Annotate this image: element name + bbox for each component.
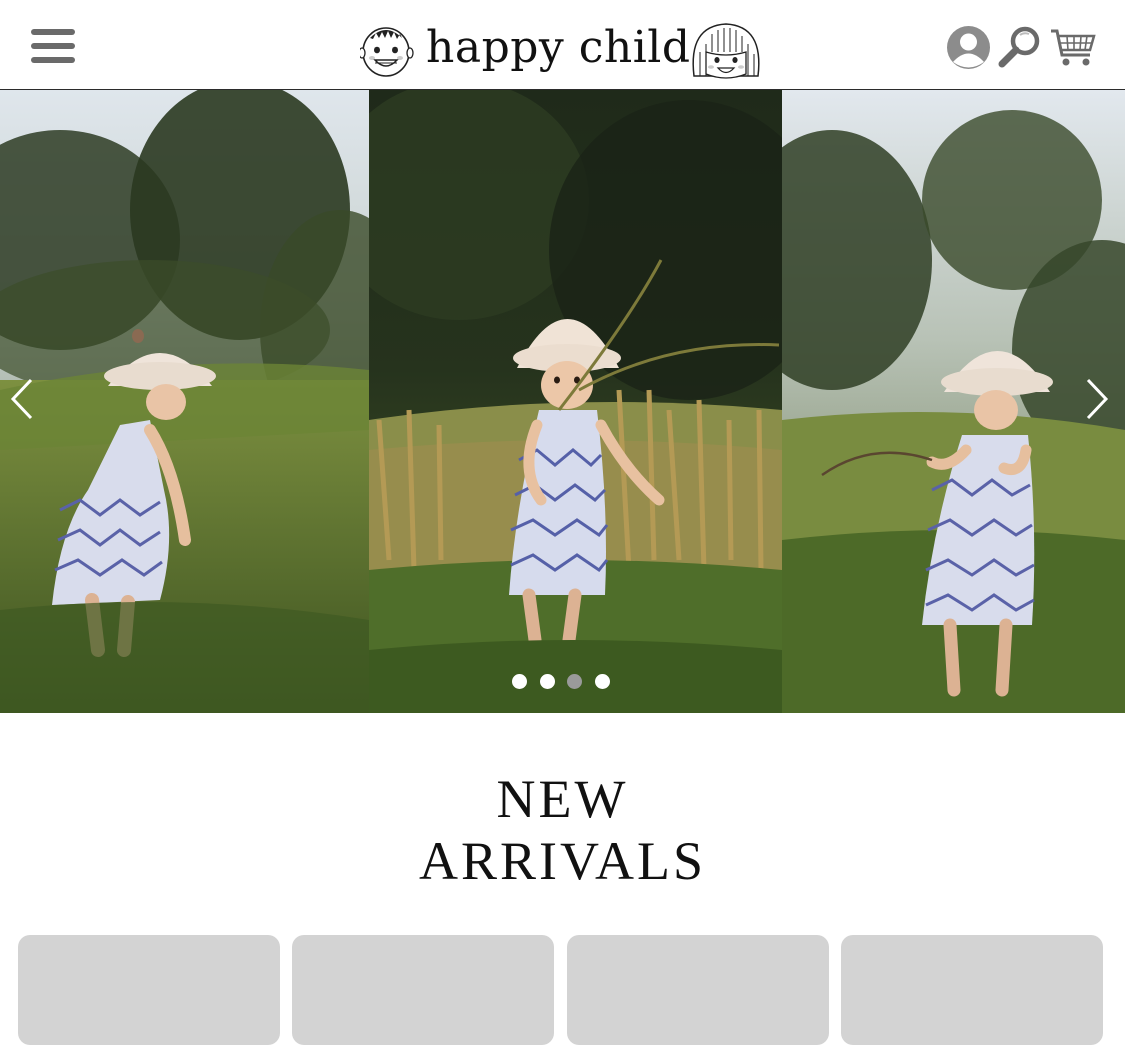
carousel-slide-right[interactable] xyxy=(782,90,1125,713)
heading-line-1: NEW xyxy=(496,769,629,829)
girl-face-icon xyxy=(692,23,760,79)
cart-icon[interactable] xyxy=(1050,28,1096,68)
child-photo-image xyxy=(369,90,782,713)
hero-carousel[interactable] xyxy=(0,90,1125,713)
site-header: happy child xyxy=(0,0,1125,90)
carousel-dot-3[interactable] xyxy=(567,674,582,689)
user-icon[interactable] xyxy=(946,25,991,70)
heading-line-2: ARRIVALS xyxy=(418,831,707,891)
carousel-dot-4[interactable] xyxy=(595,674,610,689)
chevron-right-icon[interactable] xyxy=(1084,378,1110,420)
brand-name: happy child xyxy=(426,22,691,73)
product-card[interactable] xyxy=(292,935,554,1045)
product-card[interactable] xyxy=(841,935,1103,1045)
new-arrivals-heading: NEW ARRIVALS xyxy=(0,768,1125,892)
carousel-slide-left[interactable] xyxy=(0,90,369,713)
carousel-slide-center[interactable] xyxy=(369,90,782,713)
child-photo-image xyxy=(782,90,1125,713)
search-icon[interactable] xyxy=(998,25,1042,69)
carousel-dot-2[interactable] xyxy=(540,674,555,689)
hamburger-menu-icon[interactable] xyxy=(31,29,75,65)
brand-logo[interactable]: happy child xyxy=(360,20,765,80)
boy-face-icon xyxy=(360,27,414,77)
child-photo-image xyxy=(0,90,369,713)
product-card[interactable] xyxy=(567,935,829,1045)
carousel-dot-1[interactable] xyxy=(512,674,527,689)
chevron-left-icon[interactable] xyxy=(9,378,35,420)
product-card[interactable] xyxy=(18,935,280,1045)
